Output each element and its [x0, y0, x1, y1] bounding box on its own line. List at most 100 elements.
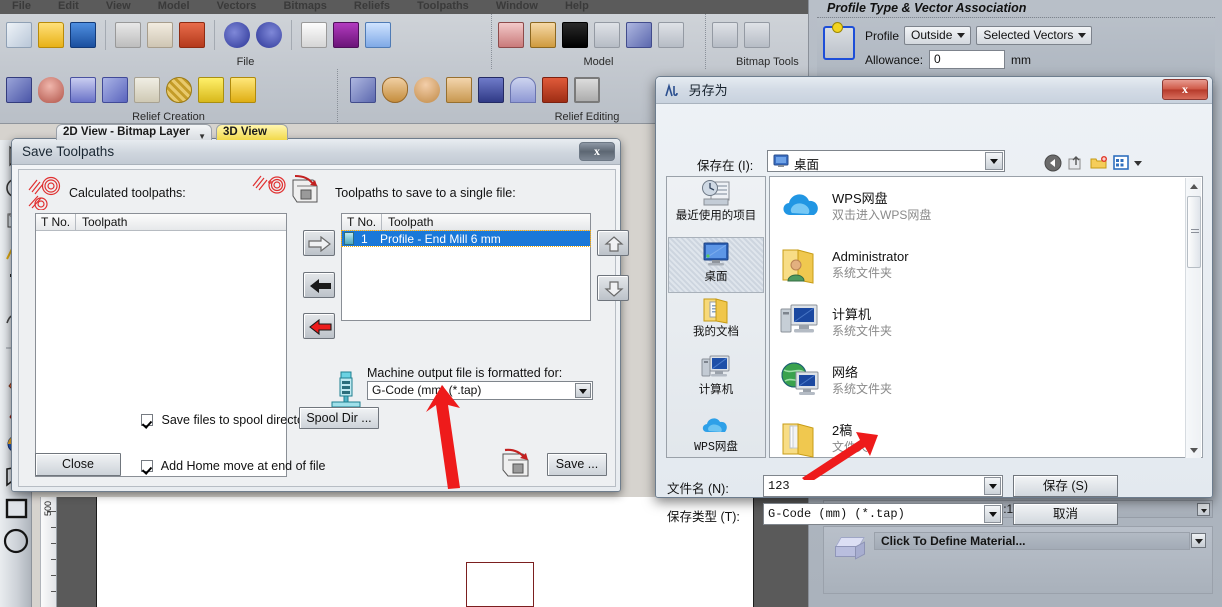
- paste-icon[interactable]: [179, 22, 205, 48]
- red-relief-icon[interactable]: [542, 77, 568, 103]
- menu-item-model[interactable]: Model: [146, 1, 202, 11]
- define-material-button[interactable]: Click To Define Material...: [874, 532, 1190, 550]
- book-icon[interactable]: [333, 22, 359, 48]
- menu-item-toolpaths[interactable]: Toolpaths: [405, 1, 481, 11]
- list-item[interactable]: WPS网盘 双击进入WPS网盘: [770, 177, 1202, 235]
- menu-item-file[interactable]: File: [0, 1, 43, 11]
- save-as-titlebar[interactable]: 另存为 x: [656, 77, 1212, 104]
- cut-scissors-icon[interactable]: [115, 22, 141, 48]
- place-wps-cloud[interactable]: WPS网盘: [668, 411, 764, 467]
- import-relief-icon[interactable]: [230, 77, 256, 103]
- frame-relief-icon[interactable]: [574, 77, 600, 103]
- place-my-documents[interactable]: 我的文档: [668, 295, 764, 351]
- bitmap-tool-icon[interactable]: [712, 22, 738, 48]
- close-button[interactable]: Close: [35, 453, 121, 476]
- save-button[interactable]: 保存 (S): [1013, 475, 1118, 497]
- layers-icon[interactable]: [6, 77, 32, 103]
- move-right-button[interactable]: [303, 230, 335, 256]
- chevron-down-icon[interactable]: [984, 505, 1001, 523]
- table-row[interactable]: 1 Profile - End Mill 6 mm: [342, 231, 590, 246]
- list-item[interactable]: 2稿 文件夹: [770, 409, 1202, 467]
- save-in-select[interactable]: 桌面: [767, 150, 1005, 172]
- menu-item-vectors[interactable]: Vectors: [205, 1, 269, 11]
- scrollbar-thumb[interactable]: [1187, 196, 1201, 268]
- list-item[interactable]: Administrator 系统文件夹: [770, 235, 1202, 293]
- redo-arrow-icon[interactable]: [256, 22, 282, 48]
- profile-side-select[interactable]: Outside: [904, 26, 971, 45]
- knob-relief-icon[interactable]: [414, 77, 440, 103]
- bitmap-tool2-icon[interactable]: [744, 22, 770, 48]
- extrude-relief-icon[interactable]: [102, 77, 128, 103]
- chevron-down-icon[interactable]: [984, 477, 1001, 495]
- model-bear-gold-icon[interactable]: [530, 22, 556, 48]
- filetype-select[interactable]: G-Code (mm) (*.tap): [763, 503, 1003, 525]
- views-grid-icon[interactable]: [1113, 154, 1131, 172]
- model-extra3-icon[interactable]: [658, 22, 684, 48]
- move-up-button[interactable]: [597, 230, 629, 256]
- views-dropdown-icon[interactable]: [1133, 154, 1143, 172]
- canvas-material-area[interactable]: [96, 497, 469, 607]
- tab-3d-view[interactable]: 3D View: [216, 124, 288, 140]
- rectangle-tool-icon[interactable]: [1, 493, 31, 524]
- material-dropdown-button[interactable]: [1191, 533, 1206, 548]
- canvas-outside-material[interactable]: [57, 497, 96, 607]
- star-relief-icon[interactable]: [70, 77, 96, 103]
- checklist-icon[interactable]: [365, 22, 391, 48]
- menu-item-edit[interactable]: Edit: [46, 1, 91, 11]
- scroll-down-button[interactable]: [1186, 442, 1202, 458]
- diamond-relief-icon[interactable]: [350, 77, 376, 103]
- cancel-button[interactable]: 取消: [1013, 503, 1118, 525]
- tab-2d-view[interactable]: 2D View - Bitmap Layer ▼: [56, 124, 212, 140]
- undo-arrow-icon[interactable]: [224, 22, 250, 48]
- new-document-icon[interactable]: [6, 22, 32, 48]
- chevron-down-icon[interactable]: [575, 383, 591, 398]
- menu-item-reliefs[interactable]: Reliefs: [342, 1, 402, 11]
- allowance-input[interactable]: 0: [929, 50, 1005, 69]
- place-desktop[interactable]: 桌面: [668, 237, 764, 293]
- remove-toolpath-button[interactable]: [303, 313, 335, 339]
- menu-bar[interactable]: File Edit View Model Vectors Bitmaps Rel…: [0, 0, 830, 14]
- list-item[interactable]: 计算机 系统文件夹: [770, 293, 1202, 351]
- chevron-down-icon[interactable]: ▼: [198, 129, 206, 144]
- sculpt-relief-icon[interactable]: [446, 77, 472, 103]
- place-computer[interactable]: 计算机: [668, 353, 764, 409]
- close-icon[interactable]: x: [1162, 79, 1208, 100]
- model-extra-icon[interactable]: [594, 22, 620, 48]
- filename-input[interactable]: 123: [763, 475, 1003, 497]
- toolpaths-to-save-list[interactable]: T No. Toolpath 1 Profile - End Mill 6 mm: [341, 213, 591, 321]
- move-left-button[interactable]: [303, 272, 335, 298]
- file-list[interactable]: WPS网盘 双击进入WPS网盘 Administrat: [769, 176, 1203, 458]
- place-recent-items[interactable]: 最近使用的项目: [668, 179, 764, 235]
- dome-relief-icon[interactable]: [38, 77, 64, 103]
- save-to-spool-checkbox[interactable]: Save files to spool directory: [141, 413, 314, 427]
- up-one-level-icon[interactable]: [1067, 154, 1085, 172]
- machine-output-format-select[interactable]: G-Code (mm) (*.tap): [367, 381, 593, 400]
- save-toolpaths-titlebar[interactable]: Save Toolpaths x: [12, 139, 620, 165]
- back-navigate-icon[interactable]: [1044, 154, 1062, 172]
- blue-book-icon[interactable]: [478, 77, 504, 103]
- add-home-move-checkbox[interactable]: Add Home move at end of file: [141, 459, 325, 473]
- vector-source-select[interactable]: Selected Vectors: [976, 26, 1092, 45]
- save-disk-icon[interactable]: [70, 22, 96, 48]
- spool-dir-button[interactable]: Spool Dir ...: [299, 407, 379, 429]
- ellipse-tool-icon[interactable]: [1, 525, 31, 556]
- canvas-vector-rectangle[interactable]: [466, 562, 534, 607]
- weave-icon[interactable]: [166, 77, 192, 103]
- close-icon[interactable]: x: [579, 142, 615, 161]
- copy-icon[interactable]: [147, 22, 173, 48]
- new-folder-icon[interactable]: [1090, 154, 1108, 172]
- model-bear-mono-icon[interactable]: [562, 22, 588, 48]
- menu-item-view[interactable]: View: [94, 1, 143, 11]
- open-folder-icon[interactable]: [38, 22, 64, 48]
- calculated-toolpaths-list[interactable]: T No. Toolpath: [35, 213, 287, 477]
- notes-pencil-icon[interactable]: [301, 22, 327, 48]
- model-bear-red-icon[interactable]: [498, 22, 524, 48]
- scroll-up-button[interactable]: [1186, 178, 1202, 194]
- arch-relief-icon[interactable]: [510, 77, 536, 103]
- model-extra2-icon[interactable]: [626, 22, 652, 48]
- list-item[interactable]: 网络 系统文件夹: [770, 351, 1202, 409]
- swept-profile-icon[interactable]: [134, 77, 160, 103]
- file-list-scrollbar[interactable]: [1185, 178, 1201, 458]
- menu-item-window[interactable]: Window: [484, 1, 550, 11]
- menu-item-help[interactable]: Help: [553, 1, 601, 11]
